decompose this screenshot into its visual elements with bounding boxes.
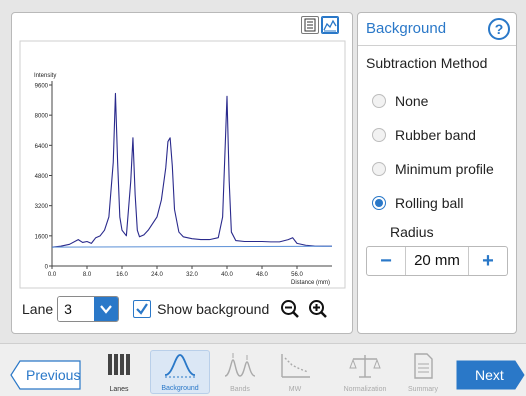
bands-icon	[224, 353, 256, 377]
method-option-rubber-band[interactable]: Rubber band	[372, 127, 476, 143]
lane-value: 3	[58, 297, 95, 321]
x-tick-label: 8.0	[83, 272, 92, 278]
radius-value[interactable]: 20 mm	[405, 247, 469, 275]
x-tick-label: 40.0	[221, 272, 233, 278]
previous-button[interactable]: Previous	[10, 360, 82, 395]
panel-header: Background ?	[358, 13, 516, 46]
radio-button[interactable]	[372, 94, 386, 108]
step-label: Lanes	[109, 386, 129, 393]
decrease-radius-button[interactable]: −	[367, 247, 405, 275]
step-lanes[interactable]: Lanes	[89, 350, 149, 394]
x-axis-label: Distance (mm)	[291, 280, 330, 286]
method-label: Minimum profile	[395, 161, 494, 177]
y-axis-label: Intensity	[34, 73, 56, 79]
zoom-out-icon	[281, 300, 300, 318]
step-background[interactable]: Background	[150, 350, 210, 394]
show-background-label: Show background	[157, 301, 270, 317]
step-bands: Bands	[210, 350, 270, 394]
y-tick-label: 8000	[35, 114, 49, 120]
y-tick-label: 4800	[35, 174, 49, 180]
background-icon	[164, 354, 196, 378]
lanes-icon	[108, 354, 130, 375]
step-label: Background	[161, 385, 199, 392]
lane-controls: Lane 3 Show background	[22, 296, 329, 322]
step-label: Normalization	[343, 386, 387, 393]
chart-card: 0 1600 3200 4800 6400 8000 9600 0.0 8.0 16.0 24.0 3…	[11, 12, 353, 334]
intensity-plot: 01600320048006400800096000.0 8.0 16.0 24.0 3…	[19, 40, 346, 289]
show-background-checkbox[interactable]	[133, 300, 152, 318]
app-window: 0 1600 3200 4800 6400 8000 9600 0.0 8.0 16.0 24.0 3…	[0, 0, 526, 396]
mw-icon	[281, 354, 310, 378]
help-button[interactable]: ?	[488, 18, 510, 40]
x-tick-label: 32.0	[186, 272, 198, 278]
background-panel: Background ? Subtraction Method None Rub…	[357, 12, 517, 334]
radio-button[interactable]	[372, 128, 386, 142]
panel-title: Background	[366, 20, 447, 37]
subtraction-method-title: Subtraction Method	[366, 55, 488, 71]
chevron-down-icon[interactable]	[94, 297, 119, 321]
y-tick-label: 1600	[35, 234, 49, 240]
radius-stepper: − 20 mm +	[366, 246, 508, 276]
y-tick-label: 6400	[35, 144, 49, 150]
lane-label: Lane	[22, 301, 54, 317]
radius-title: Radius	[390, 224, 434, 240]
y-tick-label: 9600	[35, 84, 49, 90]
method-label: Rubber band	[395, 127, 476, 143]
x-tick-label: 56.0	[291, 272, 303, 278]
zoom-out-button[interactable]	[279, 298, 301, 320]
x-tick-label: 24.0	[151, 272, 163, 278]
next-label: Next	[475, 367, 504, 383]
step-mw: MW	[265, 350, 325, 394]
increase-radius-button[interactable]: +	[469, 247, 507, 275]
zoom-in-button[interactable]	[307, 298, 329, 320]
x-tick-label: 16.0	[116, 272, 128, 278]
summary-icon	[414, 353, 433, 379]
y-tick-label: 3200	[35, 204, 49, 210]
normalization-icon	[349, 355, 381, 378]
x-tick-label: 48.0	[256, 272, 268, 278]
plot-frame	[19, 40, 346, 289]
method-option-rolling-ball[interactable]: Rolling ball	[372, 195, 463, 211]
step-label: Bands	[230, 386, 250, 393]
step-label: Summary	[408, 386, 438, 393]
previous-label: Previous	[26, 367, 81, 383]
method-option-minimum-profile[interactable]: Minimum profile	[372, 161, 494, 177]
zoom-in-icon	[309, 300, 328, 318]
radio-button[interactable]	[372, 162, 386, 176]
step-normalization: Normalization	[335, 350, 395, 394]
radio-button-selected[interactable]	[372, 196, 386, 210]
lane-select[interactable]: 3	[57, 296, 120, 322]
method-option-none[interactable]: None	[372, 93, 428, 109]
x-tick-label: 0.0	[48, 272, 57, 278]
method-label: Rolling ball	[395, 195, 464, 211]
next-button[interactable]: Next	[455, 360, 525, 395]
method-label: None	[395, 93, 429, 109]
step-summary: Summary	[393, 350, 453, 394]
checkmark-icon	[136, 303, 149, 315]
step-label: MW	[288, 386, 302, 393]
